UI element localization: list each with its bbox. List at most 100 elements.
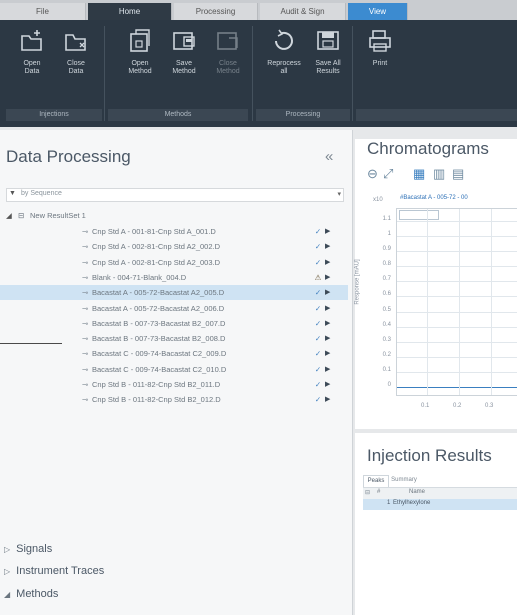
open-method-label-2: Method	[128, 68, 152, 75]
chromatograms-title: Chromatograms	[367, 139, 489, 158]
tab-view[interactable]: View	[348, 3, 408, 20]
injection-label: Bacastat A - 005-72-Bacastat A2_006.D	[92, 303, 225, 313]
chromatogram-plot[interactable]	[396, 208, 517, 396]
injection-label: Cnp Std B - 011-82-Cnp Std B2_011.D	[92, 380, 221, 389]
play-icon[interactable]: ▶	[325, 346, 330, 361]
injection-item[interactable]: ⊸ Cnp Std B - 011-82-Cnp Std B2_011.D ✓ ▶	[0, 377, 348, 392]
gridline	[397, 236, 517, 238]
gridline	[397, 356, 517, 358]
injection-item[interactable]: ⊸ Bacastat A - 005-72-Bacastat A2_006.D ✓ ▶	[0, 301, 348, 316]
close-method-label: Close	[219, 60, 237, 67]
collapse-panel-icon[interactable]: «	[325, 148, 333, 165]
section-label: Instrument Traces	[16, 565, 105, 577]
gridline	[397, 221, 517, 222]
table-row[interactable]: 1 Ethylhexylone	[363, 499, 517, 510]
injection-item[interactable]: ⊸ Blank - 004-71-Blank_004.D ⚠ ▶	[0, 270, 348, 285]
stack-icon[interactable]: ▥	[433, 166, 445, 182]
result-set-node[interactable]: ◢ ⊟ New ResultSet 1	[0, 208, 348, 223]
save-all-results-button[interactable]: Save All Results	[306, 28, 350, 76]
open-data-button[interactable]: Open Data	[10, 28, 54, 76]
injection-item[interactable]: ⊸ Bacastat C - 009-74-Bacastat C2_009.D ✓ ▶	[0, 346, 348, 361]
section-signals[interactable]: ▷ Signals	[4, 543, 52, 555]
check-icon: ✓	[314, 364, 322, 374]
injection-icon: ⊸	[82, 303, 89, 313]
column-header[interactable]: #	[377, 489, 380, 495]
print-button[interactable]: Print	[362, 28, 398, 68]
gridline	[397, 281, 517, 283]
tab-home[interactable]: Home	[88, 3, 172, 20]
injection-label: Cnp Std A - 001-81-Cnp Std A_001.D	[92, 227, 216, 236]
separate-icon[interactable]: ▤	[452, 166, 464, 182]
play-icon[interactable]: ▶	[325, 301, 330, 316]
section-instrument-traces[interactable]: ▷ Instrument Traces	[4, 565, 104, 577]
play-icon[interactable]: ▶	[325, 362, 330, 377]
x-tick-label: 0.2	[453, 403, 462, 409]
play-icon[interactable]: ▶	[325, 392, 330, 407]
check-icon: ✓	[314, 334, 322, 344]
injection-icon: ⊸	[82, 257, 89, 267]
overlay-icon[interactable]: ▦	[413, 166, 425, 182]
injection-item[interactable]: ⊸ Cnp Std B - 011-82-Cnp Std B2_012.D ✓ ▶	[0, 392, 348, 407]
y-tick-label: 0.8	[382, 261, 391, 268]
close-method-button[interactable]: Close Method	[206, 28, 250, 76]
tab-processing[interactable]: Processing	[174, 3, 258, 20]
injection-label: Bacastat B - 007-73-Bacastat B2_007.D	[92, 318, 226, 328]
print-icon	[369, 30, 391, 52]
check-icon: ✓	[314, 318, 322, 328]
y-tick-label: 0.4	[382, 321, 391, 328]
chevron-down-icon: ▾	[337, 191, 341, 198]
gridline	[491, 209, 492, 395]
injection-icon: ⊸	[82, 349, 89, 359]
sequence-filter-select[interactable]: ▼ by Sequence ▾	[6, 188, 344, 202]
section-methods[interactable]: ◢ Methods	[4, 588, 58, 600]
play-icon[interactable]: ▶	[325, 270, 330, 285]
check-icon: ✓	[314, 349, 322, 359]
gridline	[397, 266, 517, 268]
play-icon[interactable]: ▶	[325, 255, 330, 270]
open-method-button[interactable]: Open Method	[118, 28, 162, 76]
tab-audit-sign[interactable]: Audit & Sign	[260, 3, 346, 20]
injection-icon: ⊸	[82, 288, 89, 298]
injection-icon: ⊸	[82, 227, 89, 236]
close-data-button[interactable]: Close Data	[54, 28, 98, 76]
column-header[interactable]: Name	[409, 489, 425, 495]
play-icon[interactable]: ▶	[325, 331, 330, 346]
injection-item[interactable]: ⊸ Cnp Std A - 002-81-Cnp Std A2_003.D ✓ ▶	[0, 255, 348, 270]
injection-icon: ⊸	[82, 318, 89, 328]
injection-item[interactable]: ⊸ Bacastat B - 007-73-Bacastat B2_007.D ✓ ▶	[0, 316, 348, 331]
expand-all-icon[interactable]: ⊟	[365, 489, 370, 496]
y-tick-label: 0.9	[382, 246, 391, 253]
play-icon[interactable]: ▶	[325, 285, 330, 300]
open-method-icon	[130, 29, 150, 52]
injection-item[interactable]: ⊸ Bacastat A - 005-72-Bacastat A2_005.D ✓ ▶	[0, 285, 348, 301]
open-method-label: Open	[131, 60, 149, 67]
tab-file[interactable]: File	[0, 3, 86, 20]
injection-label: Bacastat B - 007-73-Bacastat B2_008.D	[92, 334, 226, 344]
injection-results-panel: Injection Results Peaks Summary ⊟ # Name…	[355, 433, 517, 615]
zoom-fit-icon[interactable]: ⤢	[383, 166, 393, 182]
injection-icon: ⊸	[82, 242, 89, 252]
y-tick-label: 0.1	[382, 366, 391, 373]
play-icon[interactable]: ▶	[325, 377, 330, 392]
reprocess-all-button[interactable]: Reprocess all	[262, 28, 306, 76]
tab-summary[interactable]: Summary	[389, 475, 419, 486]
row-number: 1	[387, 500, 391, 506]
play-icon[interactable]: ▶	[325, 224, 330, 239]
injection-item[interactable]: ⊸ Bacastat C - 009-74-Bacastat C2_010.D ✓ ▶	[0, 362, 348, 377]
injection-icon: ⊸	[82, 380, 89, 389]
save-method-button[interactable]: Save Method	[162, 28, 206, 76]
tab-peaks[interactable]: Peaks	[363, 475, 389, 487]
injection-item[interactable]: ⊸ Cnp Std A - 001-81-Cnp Std A_001.D ✓ ▶	[0, 224, 348, 239]
zoom-icon[interactable]: ⊖	[367, 166, 378, 182]
play-icon[interactable]: ▶	[325, 239, 330, 254]
injection-label: Cnp Std A - 002-81-Cnp Std A2_003.D	[92, 257, 221, 267]
check-icon: ✓	[314, 242, 322, 252]
play-icon[interactable]: ▶	[325, 316, 330, 331]
close-method-icon	[217, 32, 238, 50]
check-icon: ✓	[314, 257, 322, 267]
injection-item[interactable]: ⊸ Cnp Std A - 002-81-Cnp Std A2_002.D ✓ ▶	[0, 239, 348, 254]
reprocess-all-label: Reprocess	[267, 60, 301, 67]
open-data-icon	[21, 30, 42, 51]
gridline	[397, 341, 517, 343]
y-tick-label: 0.6	[382, 291, 391, 298]
